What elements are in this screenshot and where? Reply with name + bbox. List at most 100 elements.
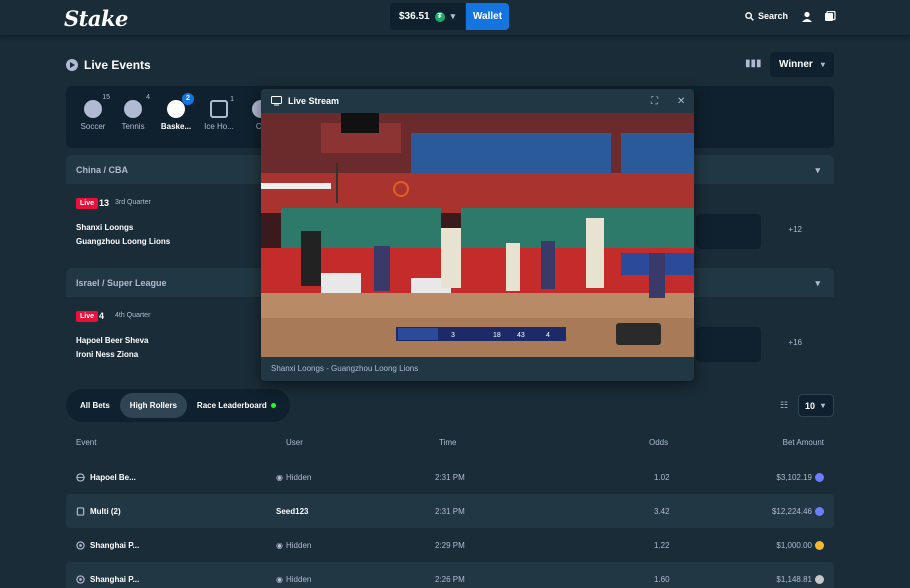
- bet-slip-icon[interactable]: [824, 11, 836, 23]
- live-events-label: Live Events: [84, 58, 151, 72]
- bets-table-header: Event User Time Odds Bet Amount: [66, 432, 834, 454]
- sport-label: Ice Ho...: [204, 122, 234, 131]
- balance-display[interactable]: $36.51 ₮ ▾: [390, 3, 465, 30]
- odds-cell: 1.02: [654, 473, 670, 482]
- column-user: User: [286, 438, 303, 447]
- time-cell: 2:31 PM: [435, 507, 465, 516]
- live-badge: Live: [76, 311, 99, 322]
- user-cell: ◉ Hidden: [276, 541, 311, 550]
- league-name: China / CBA: [76, 165, 129, 175]
- user-cell: ◉ Hidden: [276, 473, 311, 482]
- amount-cell: $3,102.19: [776, 473, 824, 482]
- soccer-icon: [76, 575, 85, 584]
- bets-count-icon: ☷: [780, 400, 789, 410]
- odds-cell: 1.60: [654, 575, 670, 584]
- live-badge: Live: [76, 198, 99, 209]
- rows-count-select[interactable]: 10 ▾: [798, 394, 834, 417]
- event-period: 4th Quarter: [115, 312, 151, 319]
- stake-logo[interactable]: Stake: [64, 6, 128, 31]
- sport-count: 15: [102, 94, 110, 101]
- event-cell[interactable]: Multi (2): [76, 507, 121, 516]
- event-cell[interactable]: Shanghai P...: [76, 541, 139, 550]
- chevron-down-icon[interactable]: ▾: [815, 165, 820, 176]
- event-cell[interactable]: Hapoel Be...: [76, 473, 136, 482]
- close-icon[interactable]: ✕: [677, 96, 685, 107]
- table-row[interactable]: Multi (2) Seed123 2:31 PM 3.42 $12,224.4…: [66, 494, 834, 528]
- wallet-button[interactable]: Wallet: [466, 3, 509, 30]
- video-player[interactable]: 3 18 43 4: [261, 113, 694, 357]
- event-name: Shanghai P...: [90, 541, 140, 550]
- column-time: Time: [439, 438, 457, 447]
- tether-coin-icon: ₮: [434, 11, 445, 22]
- away-team: Guangzhou Loong Lions: [76, 237, 171, 246]
- event-score: 13: [99, 198, 110, 208]
- balance-amount: $36.51: [399, 11, 430, 22]
- bet-amount: $1,148.81: [776, 575, 812, 584]
- home-team: Shanxi Loongs: [76, 223, 134, 232]
- market-select[interactable]: Winner ▾: [770, 52, 834, 77]
- away-team: Ironi Ness Ziona: [76, 350, 139, 359]
- view-toggle-icon[interactable]: ▮▮▮: [745, 58, 762, 69]
- hidden-user-icon: ◉: [276, 541, 283, 550]
- live-stream-header[interactable]: Live Stream: [261, 89, 694, 113]
- chevron-down-icon[interactable]: ▾: [815, 278, 820, 289]
- user-cell[interactable]: Seed123: [276, 507, 308, 516]
- more-markets-link[interactable]: +16: [788, 338, 802, 347]
- basketball-icon: 2: [167, 93, 194, 118]
- live-stream-title: Live Stream: [288, 96, 340, 106]
- live-play-icon: [66, 59, 78, 71]
- league-name: Israel / Super League: [76, 278, 167, 288]
- top-bar: Stake $36.51 ₮ ▾ Wallet Search: [0, 0, 910, 36]
- multi-bet-icon: [76, 507, 85, 516]
- tab-all-bets[interactable]: All Bets: [70, 393, 120, 418]
- user-name: Hidden: [285, 473, 312, 482]
- odds-cell: 1.22: [654, 541, 670, 550]
- tv-icon: [271, 96, 282, 106]
- bet-amount: $12,224.46: [771, 507, 812, 516]
- scoreboard-home: 18: [493, 332, 501, 339]
- hidden-user-icon: ◉: [276, 575, 283, 584]
- live-events-title: Live Events: [66, 58, 151, 72]
- user-icon[interactable]: [801, 11, 813, 23]
- column-event: Event: [76, 438, 97, 447]
- tab-label: Race Leaderboard: [196, 401, 267, 410]
- user-name: Hidden: [285, 541, 312, 550]
- tab-high-rollers[interactable]: High Rollers: [119, 393, 187, 418]
- amount-cell: $1,148.81: [776, 575, 824, 584]
- event-name: Hapoel Be...: [90, 473, 136, 482]
- chevron-down-icon: ▾: [821, 401, 826, 410]
- sport-tab-soccer[interactable]: 15 Soccer: [76, 94, 110, 131]
- sport-count: 4: [146, 94, 150, 101]
- search-label: Search: [758, 11, 789, 21]
- table-row[interactable]: Shanghai P... ◉ Hidden 2:29 PM 1.22 $1,00…: [66, 528, 834, 562]
- sport-count: 2: [182, 93, 194, 105]
- sport-tab-tennis[interactable]: 4 Tennis: [116, 94, 150, 131]
- search-button[interactable]: Search: [745, 11, 788, 21]
- event-name: Multi (2): [90, 507, 121, 516]
- amount-cell: $1,000.00: [776, 541, 824, 550]
- odds-button[interactable]: [696, 214, 761, 249]
- bets-tab-bar: All Bets High Rollers Race Leaderboard: [66, 389, 290, 422]
- amount-cell: $12,224.46: [772, 507, 824, 516]
- sport-tab-ice-hockey[interactable]: 1 Ice Ho...: [202, 96, 236, 131]
- sport-tab-basketball[interactable]: 2 Baske...: [159, 93, 194, 131]
- column-odds: Odds: [649, 438, 669, 447]
- more-markets-link[interactable]: +12: [788, 225, 802, 234]
- time-cell: 2:31 PM: [435, 473, 465, 482]
- column-bet-amount: Bet Amount: [782, 438, 824, 447]
- table-row[interactable]: Hapoel Be... ◉ Hidden 2:31 PM 1.02 $3,102…: [66, 460, 834, 494]
- tab-race-leaderboard[interactable]: Race Leaderboard: [187, 393, 286, 418]
- odds-button[interactable]: [696, 327, 761, 362]
- event-name: Shanghai P...: [90, 575, 140, 584]
- ice-hockey-icon: 1: [210, 96, 234, 118]
- soccer-icon: [76, 541, 85, 550]
- sport-count: 1: [230, 96, 234, 103]
- live-stream-window[interactable]: Live Stream ⛶ ✕ 3 18 43 4 Shanxi Loongs …: [261, 89, 694, 381]
- sport-label: Baske...: [160, 122, 192, 131]
- table-row[interactable]: Shanghai P... ◉ Hidden 2:26 PM 1.60 $1,14…: [66, 562, 834, 588]
- event-score: 4: [99, 311, 105, 321]
- coin-icon: [815, 541, 824, 550]
- event-cell[interactable]: Shanghai P...: [76, 575, 139, 584]
- fullscreen-icon[interactable]: ⛶: [651, 96, 658, 107]
- event-period: 3rd Quarter: [115, 199, 151, 206]
